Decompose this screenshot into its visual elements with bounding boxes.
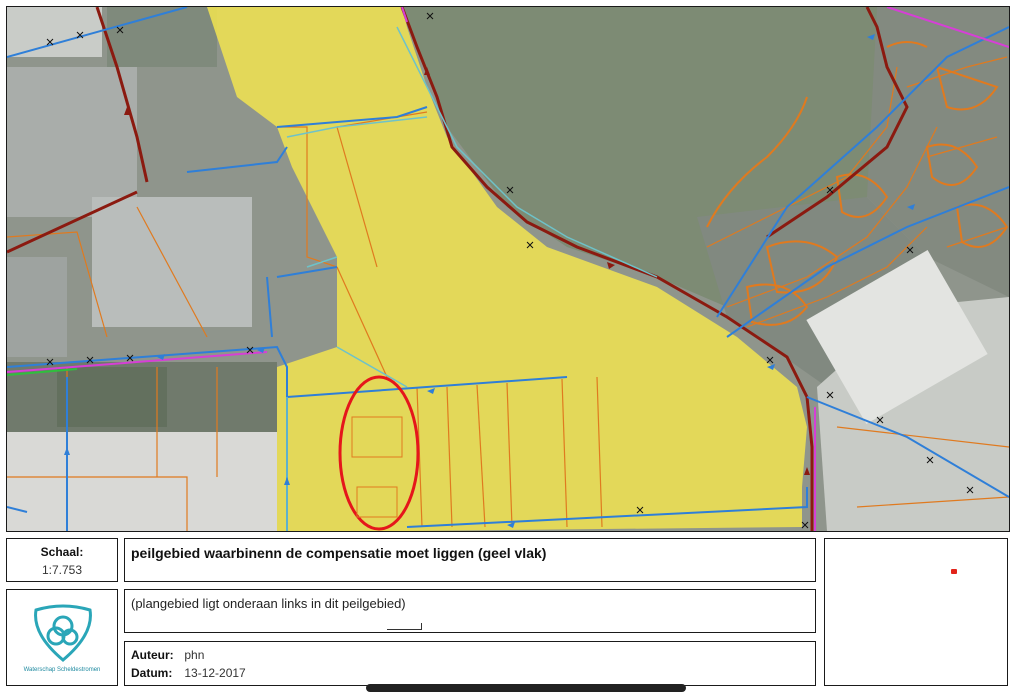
logo-box: Waterschap Scheldestromen xyxy=(6,589,118,686)
waterschap-logo-icon xyxy=(34,604,92,662)
locator-box xyxy=(824,538,1008,686)
author-row: Auteur: phn xyxy=(131,648,204,662)
title-box: peilgebied waarbinenn de compensatie moe… xyxy=(124,538,816,582)
author-value: phn xyxy=(184,648,205,662)
map-title: peilgebied waarbinenn de compensatie moe… xyxy=(131,545,547,561)
date-row: Datum: 13-12-2017 xyxy=(131,666,246,680)
map-canvas xyxy=(7,7,1009,531)
date-value: 13-12-2017 xyxy=(184,666,246,680)
scale-box: Schaal: 1:7.753 xyxy=(6,538,118,582)
locator-marker xyxy=(951,569,957,574)
meta-box: Auteur: phn Datum: 13-12-2017 xyxy=(124,641,816,686)
note-text: (plangebied ligt onderaan links in dit p… xyxy=(131,596,406,611)
date-label: Datum: xyxy=(131,666,173,680)
cursor-mark xyxy=(387,623,422,630)
note-box: (plangebied ligt onderaan links in dit p… xyxy=(124,589,816,633)
scale-label: Schaal: xyxy=(40,545,84,559)
author-label: Auteur: xyxy=(131,648,174,662)
logo-caption: Waterschap Scheldestromen xyxy=(23,667,101,673)
horizontal-scrollbar[interactable] xyxy=(366,684,686,692)
map-view[interactable] xyxy=(6,6,1010,532)
fields-bottom-left xyxy=(7,362,277,531)
scale-value: 1:7.753 xyxy=(41,563,83,577)
